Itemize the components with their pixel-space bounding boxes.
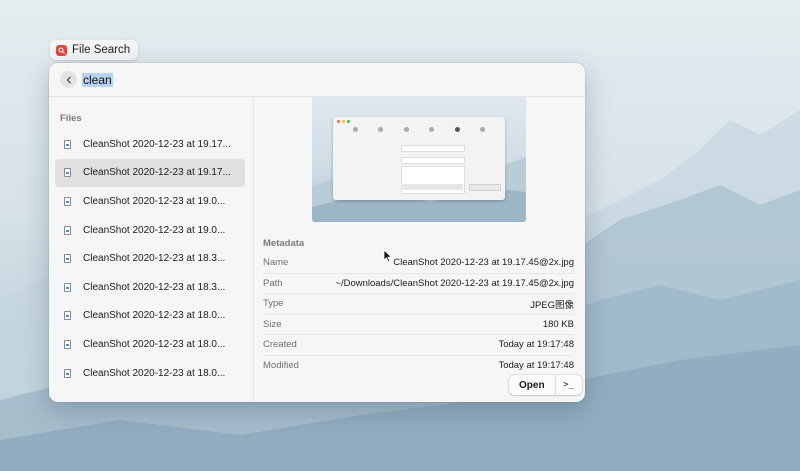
file-name: CleanShot 2020-12-23 at 19.0... (83, 224, 226, 236)
file-name: CleanShot 2020-12-23 at 18.3... (83, 253, 226, 265)
metadata-key: Size (263, 318, 282, 330)
metadata-row-name: Name CleanShot 2020-12-23 at 19.17.45@2x.… (263, 253, 574, 274)
file-search-app-icon (56, 44, 67, 56)
file-list-item[interactable]: CleanShot 2020-12-23 at 18.3... (55, 244, 245, 273)
file-list-item[interactable]: CleanShot 2020-12-23 at 18.3... (55, 273, 245, 302)
file-list-item[interactable]: CleanShot 2020-12-23 at 18.0... (55, 330, 245, 359)
image-file-icon (64, 282, 71, 292)
image-file-icon (64, 139, 71, 149)
file-list-item[interactable]: CleanShot 2020-12-23 at 19.0... (55, 187, 245, 216)
file-list-item-selected[interactable]: CleanShot 2020-12-23 at 19.17... (55, 158, 245, 188)
chevron-left-icon (66, 75, 71, 84)
minimize-dot-icon (342, 120, 345, 123)
metadata-value: 180 KB (542, 318, 574, 330)
search-input[interactable]: clean (82, 72, 113, 87)
file-name: CleanShot 2020-12-23 at 18.0... (83, 338, 226, 350)
image-preview (312, 97, 526, 222)
metadata-key: Type (263, 298, 284, 310)
metadata-row-path: Path ~/Downloads/CleanShot 2020-12-23 at … (263, 274, 574, 294)
zoom-dot-icon (347, 120, 350, 123)
metadata-value: CleanShot 2020-12-23 at 19.17.45@2x.jpg (393, 257, 574, 269)
preview-toolbar (353, 127, 485, 135)
preview-screenshot-window (333, 117, 505, 200)
app-tab[interactable]: File Search (50, 40, 139, 60)
file-name: CleanShot 2020-12-23 at 18.0... (83, 310, 226, 322)
file-list-item[interactable]: CleanShot 2020-12-23 at 19.17... (55, 130, 245, 159)
file-list-item[interactable]: CleanShot 2020-12-23 at 19.0... (55, 216, 245, 245)
image-file-icon (64, 225, 71, 235)
metadata-row-modified: Modified Today at 19:17:48 (263, 356, 574, 376)
app-title: File Search (72, 44, 131, 56)
metadata-row-created: Created Today at 19:17:48 (263, 335, 574, 356)
metadata-row-size: Size 180 KB (263, 315, 574, 335)
metadata-value: ~/Downloads/CleanShot 2020-12-23 at 19.1… (335, 277, 574, 289)
metadata-row-type: Type JPEG图像 (263, 294, 574, 315)
metadata-value: Today at 19:17:48 (498, 339, 574, 351)
files-sidebar: Files CleanShot 2020-12-23 at 19.17... C… (49, 97, 254, 402)
metadata-key: Created (263, 339, 297, 351)
image-file-icon (64, 254, 71, 264)
file-name: CleanShot 2020-12-23 at 19.0... (83, 195, 226, 207)
file-name: CleanShot 2020-12-23 at 18.0... (83, 367, 226, 379)
metadata-table: Name CleanShot 2020-12-23 at 19.17.45@2x.… (263, 253, 574, 375)
file-list-item[interactable]: CleanShot 2020-12-23 at 18.0... (55, 359, 245, 388)
metadata-value: JPEG图像 (530, 299, 574, 311)
search-bar: clean (49, 63, 585, 97)
terminal-icon: >_ (563, 380, 574, 390)
image-file-icon (64, 368, 71, 378)
image-file-icon (64, 168, 71, 178)
image-file-icon (64, 311, 71, 321)
action-buttons: Open >_ (509, 375, 582, 395)
file-list: CleanShot 2020-12-23 at 19.17... CleanSh… (55, 130, 245, 387)
file-name: CleanShot 2020-12-23 at 18.3... (83, 281, 226, 293)
close-dot-icon (337, 120, 340, 123)
files-section-title: Files (60, 113, 82, 124)
metadata-key: Name (263, 257, 289, 269)
file-list-item[interactable]: CleanShot 2020-12-23 at 18.0... (55, 302, 245, 331)
file-name: CleanShot 2020-12-23 at 19.17... (83, 138, 231, 150)
metadata-key: Path (263, 277, 283, 289)
back-button[interactable] (60, 71, 77, 88)
file-search-window: clean Files CleanShot 2020-12-23 at 19.1… (49, 63, 585, 402)
mouse-cursor-icon (383, 249, 393, 263)
metadata-section-title: Metadata (263, 238, 305, 249)
image-file-icon (64, 339, 71, 349)
metadata-key: Modified (263, 359, 299, 371)
terminal-button[interactable]: >_ (556, 375, 582, 395)
open-button[interactable]: Open (509, 375, 556, 395)
image-file-icon (64, 196, 71, 206)
metadata-value: Today at 19:17:48 (498, 359, 574, 371)
file-name: CleanShot 2020-12-23 at 19.17... (83, 167, 231, 179)
